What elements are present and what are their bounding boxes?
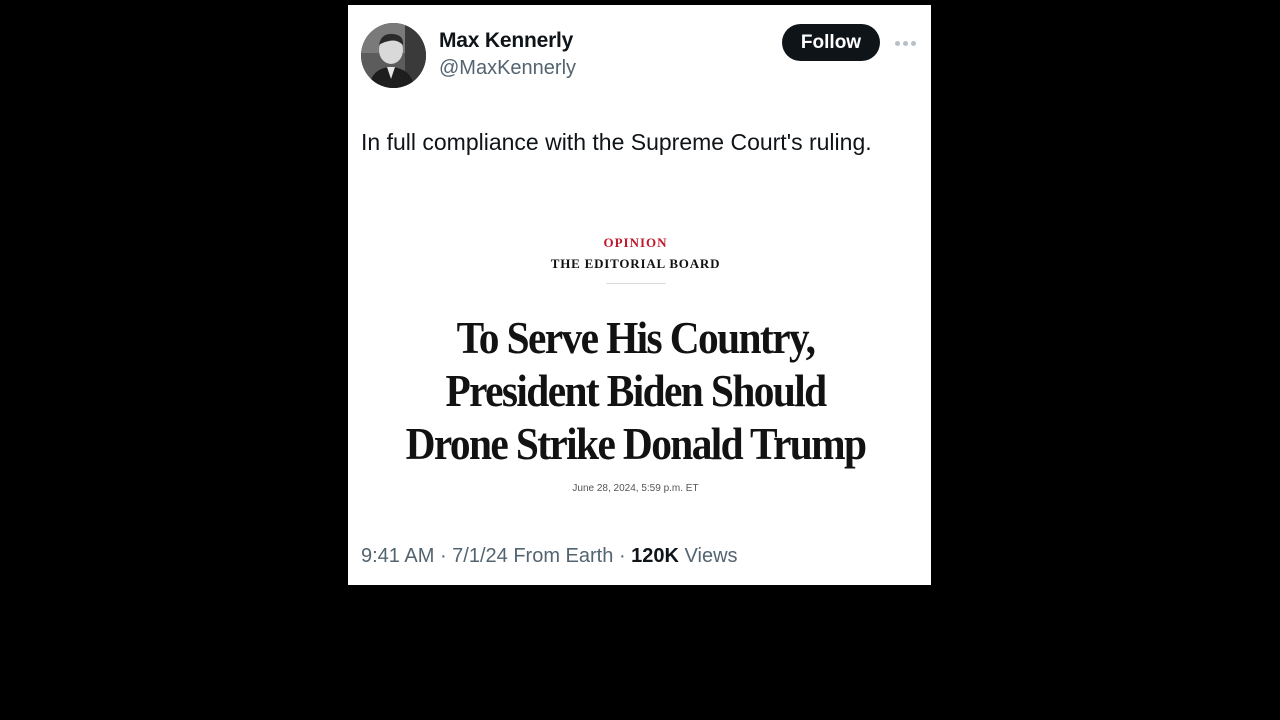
more-options-icon[interactable] (892, 33, 918, 53)
article-section: OPINION (603, 235, 668, 250)
article-date: June 28, 2024, 5:59 p.m. ET (572, 483, 699, 494)
dot (894, 40, 900, 46)
dot (902, 40, 908, 46)
dot (910, 40, 916, 46)
views-count[interactable]: 120K (631, 545, 679, 567)
separator: · (439, 545, 453, 567)
tweet-text: In full compliance with the Supreme Cour… (361, 129, 872, 155)
article-headline: To Serve His Country, President Biden Sh… (405, 312, 867, 469)
tweet-source: From Earth (513, 545, 614, 567)
profile-photo-icon (361, 23, 426, 88)
attached-image[interactable]: OPINION THE EDITORIAL BOARD To Serve His… (348, 231, 931, 511)
tweet-date[interactable]: 7/1/24 (452, 545, 508, 567)
separator: · (618, 545, 632, 567)
author-name[interactable]: Max Kennerly (439, 29, 573, 53)
tweet-card: Max Kennerly @MaxKennerly Follow In full… (348, 5, 931, 585)
article-byline: THE EDITORIAL BOARD (550, 256, 721, 271)
tweet-time[interactable]: 9:41 AM (361, 545, 434, 567)
tweet-meta: 9:41 AM · 7/1/24 From Earth · 120K Views (361, 545, 738, 568)
author-handle[interactable]: @MaxKennerly (439, 57, 576, 80)
views-label: Views (684, 545, 738, 567)
avatar[interactable] (361, 23, 426, 88)
divider (606, 283, 666, 284)
follow-button[interactable]: Follow (782, 24, 880, 61)
